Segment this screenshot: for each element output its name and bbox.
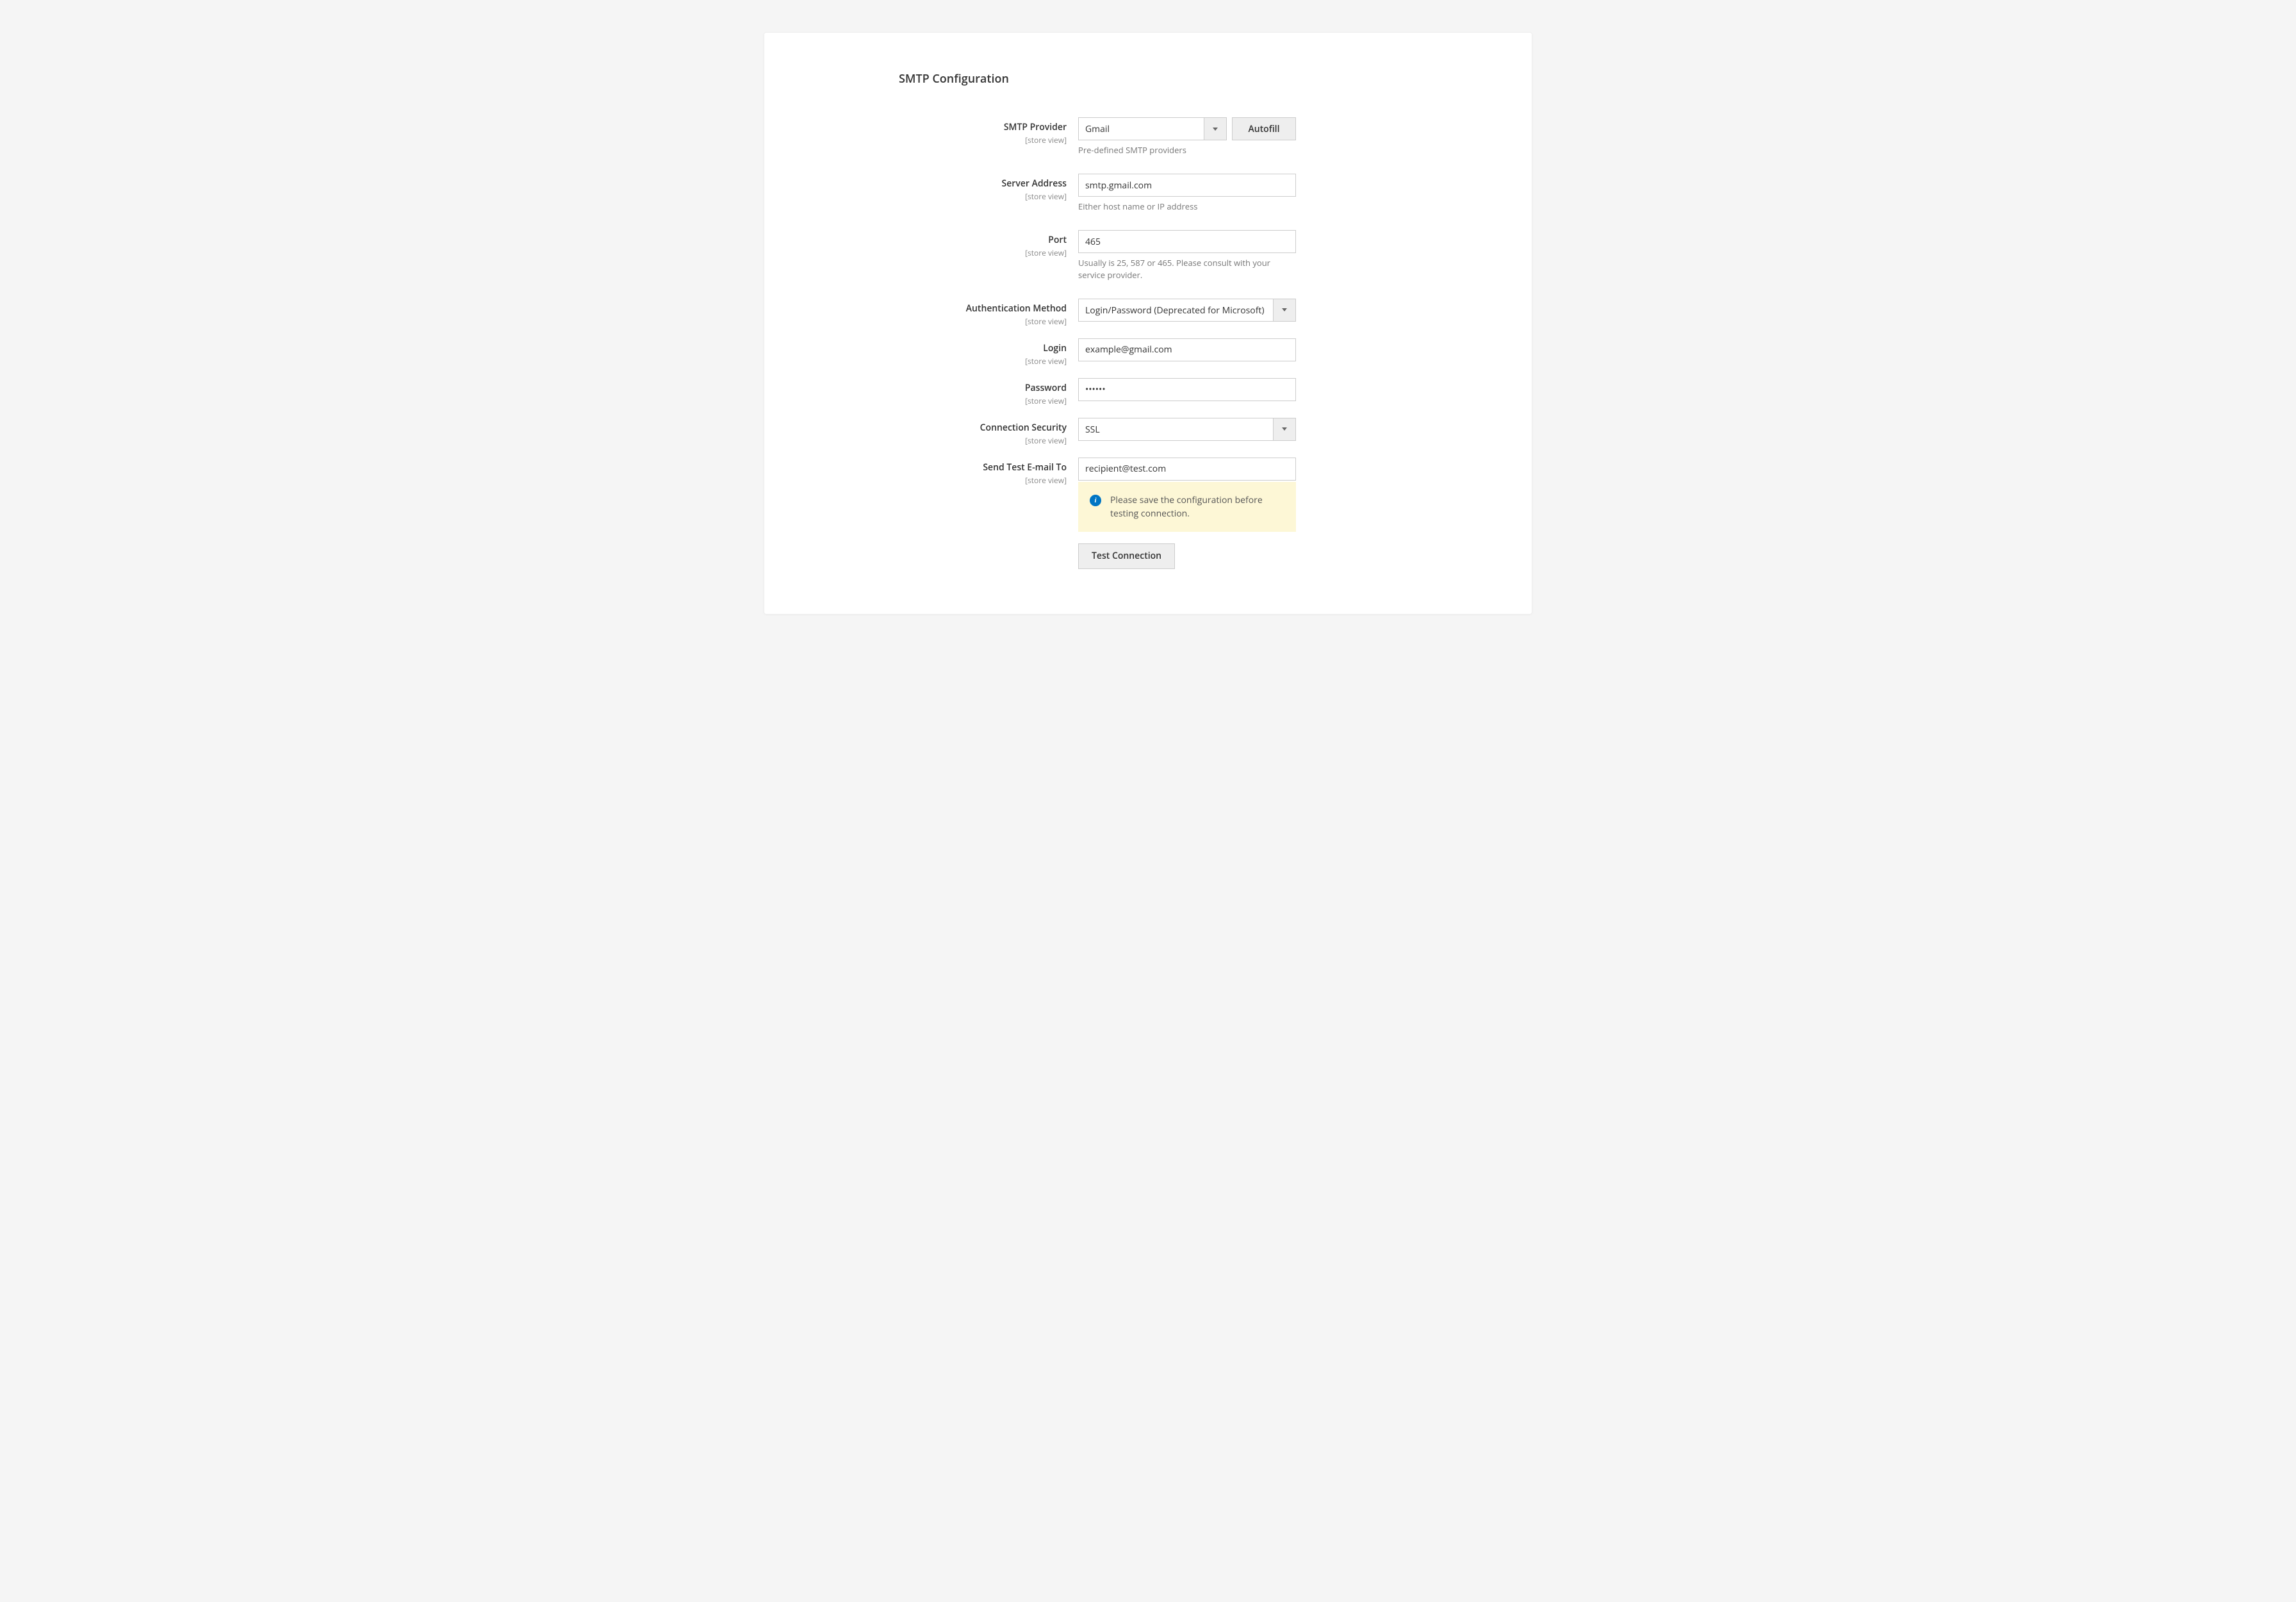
smtp-provider-select[interactable]: Gmail <box>1078 117 1227 140</box>
scope-label: [store view] <box>828 191 1067 202</box>
row-auth-method: Authentication Method [store view] Login… <box>828 299 1468 327</box>
row-password: Password [store view] <box>828 378 1468 406</box>
chevron-down-icon[interactable] <box>1273 299 1296 322</box>
help-server-address: Either host name or IP address <box>1078 201 1296 212</box>
test-connection-button[interactable]: Test Connection <box>1078 543 1175 569</box>
label-password: Password <box>828 382 1067 394</box>
connection-security-select[interactable]: SSL <box>1078 418 1296 441</box>
row-test-button: Test Connection <box>828 543 1468 569</box>
scope-label: [store view] <box>828 395 1067 406</box>
row-notice: i Please save the configuration before t… <box>828 482 1468 532</box>
row-smtp-provider: SMTP Provider [store view] Gmail Autofil… <box>828 117 1468 156</box>
label-port: Port <box>828 234 1067 246</box>
chevron-down-icon[interactable] <box>1204 117 1227 140</box>
info-icon: i <box>1090 495 1101 506</box>
scope-label: [store view] <box>828 316 1067 327</box>
server-address-input[interactable] <box>1078 174 1296 197</box>
test-email-input[interactable] <box>1078 458 1296 481</box>
auth-method-value: Login/Password (Deprecated for Microsoft… <box>1078 299 1273 322</box>
chevron-down-icon[interactable] <box>1273 418 1296 441</box>
auth-method-select[interactable]: Login/Password (Deprecated for Microsoft… <box>1078 299 1296 322</box>
smtp-config-panel: SMTP Configuration SMTP Provider [store … <box>764 32 1532 615</box>
label-test-email: Send Test E-mail To <box>828 461 1067 474</box>
login-input[interactable] <box>1078 338 1296 361</box>
scope-label: [store view] <box>828 135 1067 145</box>
smtp-provider-value: Gmail <box>1078 117 1204 140</box>
connection-security-value: SSL <box>1078 418 1273 441</box>
help-smtp-provider: Pre-defined SMTP providers <box>1078 144 1296 156</box>
scope-label: [store view] <box>828 247 1067 258</box>
label-smtp-provider: SMTP Provider <box>828 121 1067 133</box>
help-port: Usually is 25, 587 or 465. Please consul… <box>1078 257 1296 280</box>
row-connection-security: Connection Security [store view] SSL <box>828 418 1468 446</box>
scope-label: [store view] <box>828 435 1067 446</box>
scope-label: [store view] <box>828 356 1067 367</box>
label-login: Login <box>828 342 1067 354</box>
port-input[interactable] <box>1078 230 1296 253</box>
row-server-address: Server Address [store view] Either host … <box>828 174 1468 212</box>
autofill-button[interactable]: Autofill <box>1232 117 1296 140</box>
notice-text: Please save the configuration before tes… <box>1110 493 1283 520</box>
label-server-address: Server Address <box>828 178 1067 190</box>
row-port: Port [store view] Usually is 25, 587 or … <box>828 230 1468 280</box>
section-title: SMTP Configuration <box>899 71 1468 87</box>
label-connection-security: Connection Security <box>828 422 1067 434</box>
row-login: Login [store view] <box>828 338 1468 367</box>
password-input[interactable] <box>1078 378 1296 401</box>
notice-box: i Please save the configuration before t… <box>1078 482 1296 532</box>
label-auth-method: Authentication Method <box>828 302 1067 315</box>
